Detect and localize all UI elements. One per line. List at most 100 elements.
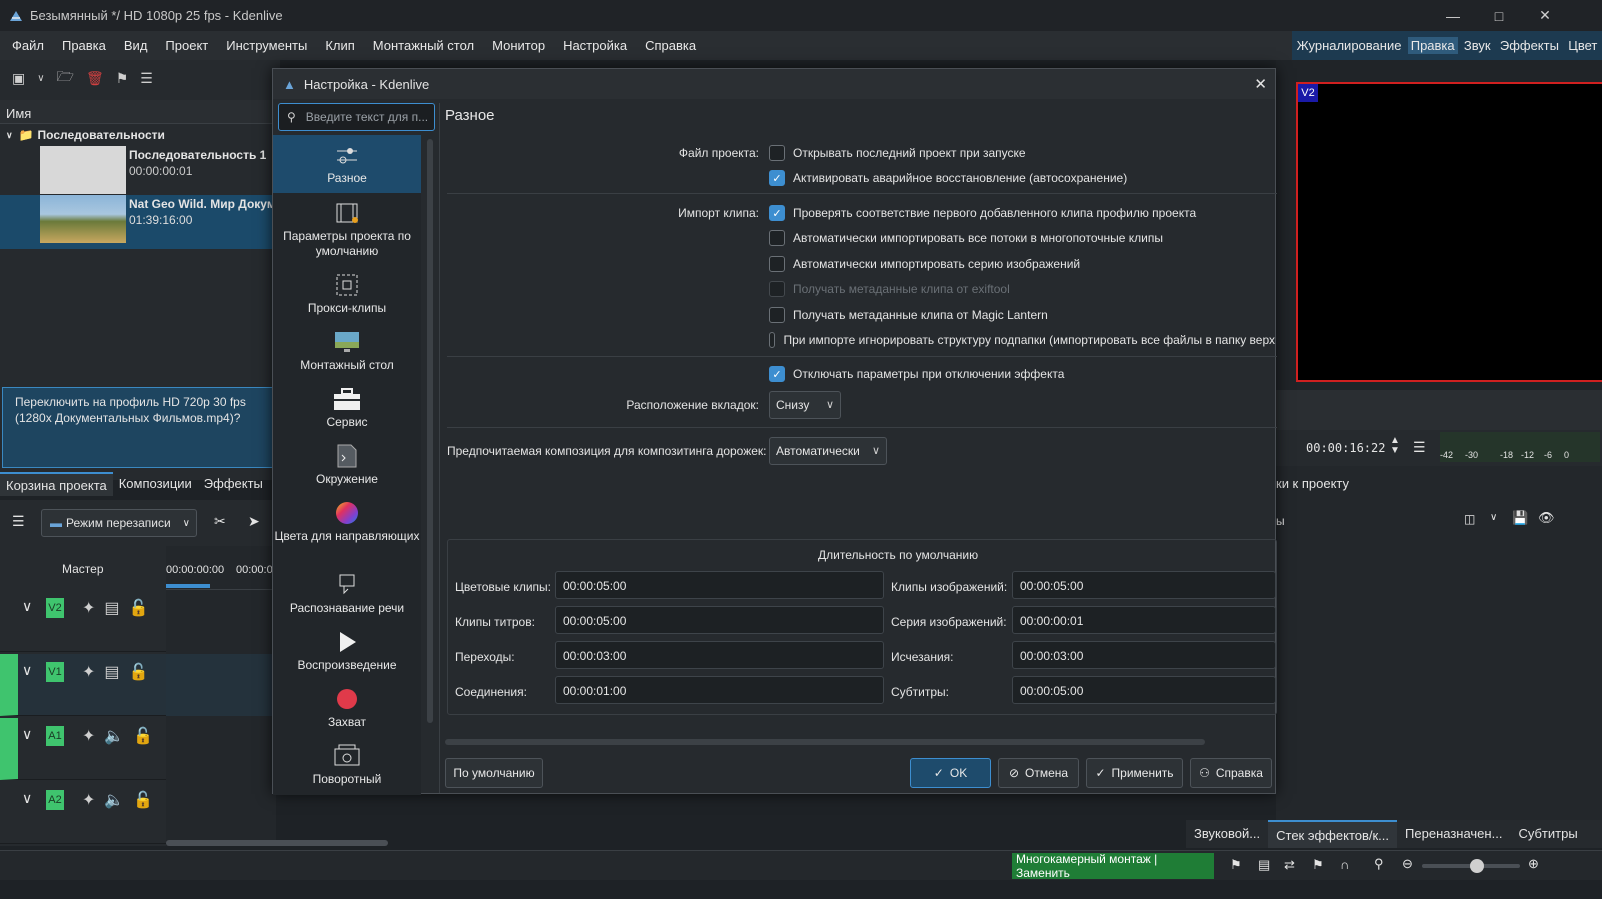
checkbox[interactable] [769,145,785,161]
chevron-down-icon[interactable]: ∨ [6,130,13,141]
duration-field-color-clips[interactable]: 00:00:05:00 [555,571,884,599]
tab-position-select[interactable]: Снизу ∨ [769,391,841,419]
checkbox-magic-lantern[interactable]: Получать метаданные клипа от Magic Lante… [769,305,1048,325]
menu-timeline[interactable]: Монтажный стол [364,38,483,53]
category-playback[interactable]: Воспроизведение [273,630,421,680]
speaker-icon[interactable]: 🔈 [104,726,124,746]
checkbox-open-last-project[interactable]: Открывать последний проект при запуске [769,143,1026,163]
magnet-icon[interactable]: ∩ [1340,857,1349,872]
menu-clip[interactable]: Клип [316,38,363,53]
category-guide-colors[interactable]: Цвета для направляющих [273,501,421,565]
duration-field-subtitles[interactable]: 00:00:05:00 [1012,676,1276,704]
hamburger-menu-icon[interactable]: ☰ [140,70,153,87]
save-icon[interactable]: 💾 [1512,510,1528,526]
pointer-icon[interactable]: ➤ [248,513,260,530]
tab-remap[interactable]: Переназначен... [1397,820,1510,848]
defaults-button[interactable]: По умолчанию [445,758,543,788]
master-label[interactable]: Мастер [62,562,104,576]
zoom-slider[interactable] [1422,859,1520,873]
zoom-slider-handle[interactable] [1470,859,1484,873]
category-capture[interactable]: Захват [273,687,421,737]
razor-icon[interactable]: ✂ [214,513,226,530]
composition-select[interactable]: Автоматически ∨ [769,437,887,465]
track-a2[interactable]: ∨ A2 ✦ 🔈 🔓 [0,782,166,844]
add-clip-icon[interactable]: ▣ [12,70,25,87]
effects-wand-icon[interactable]: ✦ [82,662,95,682]
duration-field-mixes[interactable]: 00:00:01:00 [555,676,884,704]
category-project-defaults[interactable]: Параметры проекта по умолчанию [273,201,421,265]
chevron-down-icon[interactable]: ∨ [22,726,32,743]
cancel-button[interactable]: ⊘ Отмена [998,758,1079,788]
lock-icon[interactable]: 🔓 [129,598,149,618]
duration-field-transitions[interactable]: 00:00:03:00 [555,641,884,669]
chevron-down-icon[interactable]: ∨ [22,662,32,679]
lock-icon[interactable]: 🔓 [133,726,153,746]
spin-icon[interactable]: ▲ ▼ [1390,436,1400,456]
menu-tools[interactable]: Инструменты [217,38,316,53]
sliders-icon[interactable]: ☰ [12,513,25,530]
checkbox-import-streams[interactable]: Автоматически импортировать все потоки в… [769,228,1163,248]
menu-settings[interactable]: Настройка [554,38,636,53]
duration-field-image-clips[interactable]: 00:00:05:00 [1012,571,1276,599]
layout-color[interactable]: Цвет [1565,37,1600,54]
checkbox-disable-params[interactable]: ✓ Отключать параметры при отключении эфф… [769,364,1064,384]
track-lane-v1[interactable] [166,654,276,716]
tab-effects[interactable]: Эффекты [198,472,269,496]
right-tab-partial[interactable]: ки к проекту [1276,476,1349,491]
split-icon[interactable]: ⇄ [1284,857,1295,873]
film-icon[interactable]: ▤ [104,662,119,682]
layout-logging[interactable]: Журналирование [1294,37,1405,54]
compare-icon[interactable]: ◫ [1464,512,1475,526]
category-speech[interactable]: Распознавание речи [273,573,421,623]
delete-icon[interactable]: 🗑 [86,70,104,87]
lock-icon[interactable]: 🔓 [133,790,153,810]
zoom-in-icon[interactable]: ⊕ [1528,856,1539,872]
menu-monitor[interactable]: Монитор [483,38,554,53]
category-environment[interactable]: Окружение [273,444,421,494]
menu-view[interactable]: Вид [115,38,157,53]
menu-file[interactable]: Файл [3,38,53,53]
categories-scrollbar[interactable] [427,139,433,723]
add-folder-icon[interactable]: 🗁 [57,66,74,90]
checkbox[interactable] [769,230,785,246]
monitor-view[interactable] [1296,82,1602,382]
track-a1[interactable]: ∨ A1 ✦ 🔈 🔓 [0,718,166,780]
track-v1[interactable]: ∨ V1 ✦ ▤ 🔓 [0,654,166,716]
timeline-scrollbar[interactable] [166,840,388,846]
effects-wand-icon[interactable]: ✦ [82,598,95,618]
category-proxy[interactable]: Прокси-клипы [273,273,421,323]
tab-audio-mixer[interactable]: Звуковой... [1186,820,1268,848]
category-misc[interactable]: Разное [273,135,421,193]
chevron-down-icon[interactable]: ∨ [1490,512,1497,523]
close-icon[interactable]: ✕ [1254,75,1267,93]
ok-button[interactable]: ✓ OK [910,758,991,788]
timeline-ruler[interactable]: 00:00:00:00 00:00:0 [166,558,276,590]
tab-project-bin[interactable]: Корзина проекта [0,472,113,496]
chevron-down-icon[interactable]: ∨ [22,598,32,615]
list-item[interactable]: Последовательность 1 00:00:00:01 [0,146,280,194]
film-icon[interactable]: ▤ [104,598,119,618]
chevron-down-icon[interactable]: ∨ [37,73,44,84]
hamburger-menu-icon[interactable]: ☰ [1413,439,1426,456]
maximize-button[interactable]: □ [1476,0,1522,31]
timeline-area[interactable]: 00:00:00:00 00:00:0 [166,546,388,846]
checkbox-image-sequence[interactable]: Автоматически импортировать серию изобра… [769,254,1080,274]
duration-field-title-clips[interactable]: 00:00:05:00 [555,606,884,634]
chevron-down-icon[interactable]: ∨ [22,790,32,807]
help-button[interactable]: ⚇ Справка [1190,758,1272,788]
tag-icon[interactable]: ⚑ [116,70,129,87]
checkbox[interactable]: ✓ [769,205,785,221]
checkbox[interactable] [769,256,785,272]
tab-effect-stack[interactable]: Стек эффектов/к... [1268,820,1398,848]
menu-project[interactable]: Проект [156,38,217,53]
folder-row[interactable]: ∨ 📁 Последовательности [0,126,280,144]
checkbox-autosave[interactable]: ✓ Активировать аварийное восстановление … [769,168,1127,188]
checkbox[interactable]: ✓ [769,366,785,382]
eye-icon[interactable]: 👁 [1538,510,1555,526]
layout-audio[interactable]: Звук [1461,37,1494,54]
page-horizontal-scrollbar[interactable] [445,739,1205,745]
edit-mode-select[interactable]: ▬ Режим перезаписи ∨ [41,509,197,537]
flag-icon[interactable]: ⚑ [1312,857,1324,873]
tab-subtitles[interactable]: Субтитры [1510,820,1585,848]
category-tools[interactable]: Сервис [273,387,421,437]
